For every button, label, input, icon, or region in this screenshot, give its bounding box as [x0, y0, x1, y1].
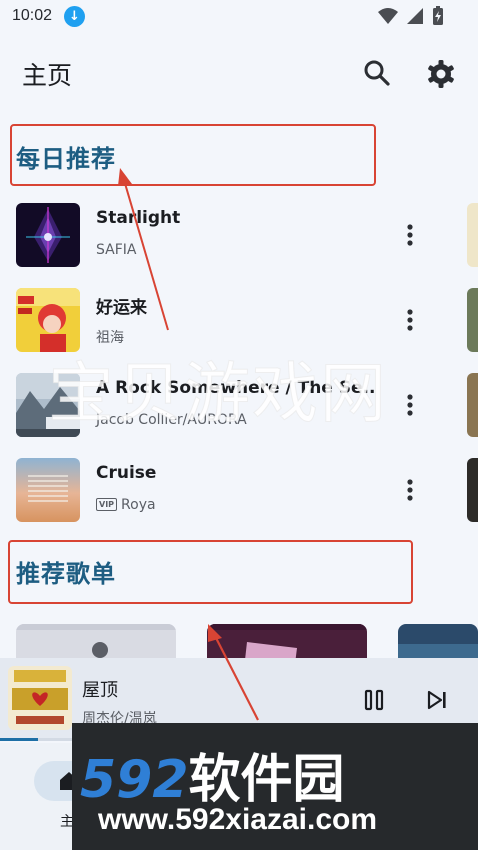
highlight-box-playlists	[8, 540, 413, 604]
more-options-icon[interactable]	[398, 393, 422, 417]
song-item-cruise[interactable]: Cruise VIP Roya	[0, 458, 460, 530]
app-header: 主页	[0, 48, 478, 98]
album-cover	[16, 203, 80, 267]
status-icons	[378, 6, 444, 26]
album-cover	[16, 458, 80, 522]
now-playing-title: 屋顶	[82, 680, 118, 701]
song-title: Starlight	[96, 208, 181, 228]
song-title: A Rock Somewhere / The Se..	[96, 378, 376, 398]
album-cover	[16, 288, 80, 352]
song-item-haoyunlai[interactable]: 好运来 祖海	[0, 288, 460, 360]
song-artist: SAFIA	[96, 242, 137, 258]
wifi-icon	[378, 8, 398, 24]
song-item-a-rock-somewhere[interactable]: A Rock Somewhere / The Se.. Jacob Collie…	[0, 373, 460, 445]
watermark-banner-top: 592软件园	[80, 737, 345, 812]
skip-next-icon[interactable]	[425, 688, 449, 712]
song-artist: 祖海	[96, 330, 124, 346]
more-options-icon[interactable]	[398, 478, 422, 502]
signal-icon	[407, 8, 423, 24]
more-options-icon[interactable]	[398, 308, 422, 332]
song-artist: VIP Roya	[96, 497, 156, 513]
highlight-box-daily	[10, 124, 376, 186]
song-title: 好运来	[96, 298, 147, 318]
peek-cover[interactable]	[467, 288, 478, 352]
peek-cover[interactable]	[467, 458, 478, 522]
song-item-starlight[interactable]: Starlight SAFIA	[0, 203, 460, 275]
album-cover	[16, 373, 80, 437]
song-artist-name: Roya	[121, 497, 156, 513]
watermark-digits: 592	[80, 750, 189, 810]
gear-icon[interactable]	[425, 58, 457, 90]
vip-badge: VIP	[96, 498, 118, 511]
more-options-icon[interactable]	[398, 223, 422, 247]
battery-charging-icon	[433, 6, 443, 25]
peek-cover[interactable]	[467, 373, 478, 437]
download-icon: ↓	[64, 6, 85, 27]
song-artist: Jacob Collier/AURORA	[96, 412, 247, 428]
playback-progress-fill	[0, 738, 39, 741]
song-title: Cruise	[96, 463, 157, 483]
now-playing-cover	[8, 666, 72, 730]
search-icon[interactable]	[362, 58, 392, 88]
watermark-banner: 592软件园 www.592xiazai.com	[72, 723, 478, 850]
status-bar: 10:02 ↓	[0, 0, 478, 34]
watermark-url: www.592xiazai.com	[98, 803, 378, 836]
pause-icon[interactable]	[362, 688, 386, 712]
status-time: 10:02	[12, 7, 53, 24]
peek-cover[interactable]	[467, 203, 478, 267]
page-title: 主页	[22, 61, 73, 90]
watermark-cn: 软件园	[188, 750, 345, 810]
